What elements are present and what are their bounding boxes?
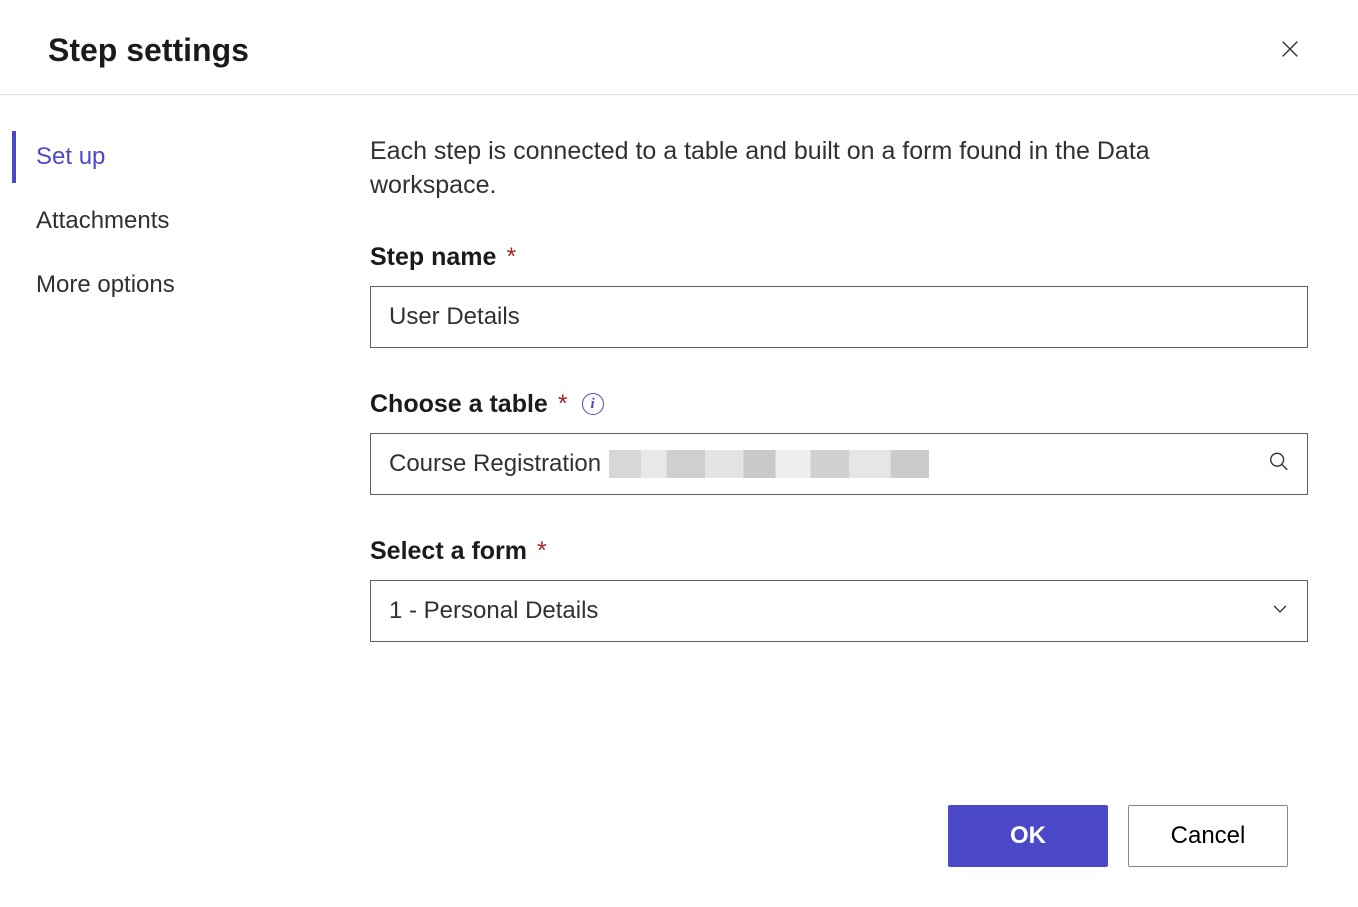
sidebar-item-attachments[interactable]: Attachments [12,195,360,247]
redacted-text [609,450,929,478]
choose-table-label: Choose a table * i [370,390,1308,419]
panel-description: Each step is connected to a table and bu… [370,135,1270,203]
field-choose-table: Choose a table * i Course Registration [370,390,1308,495]
select-form-value: 1 - Personal Details [389,597,598,625]
main-panel: Each step is connected to a table and bu… [360,95,1358,907]
select-form-dropdown[interactable]: 1 - Personal Details [370,580,1308,642]
sidebar-item-more-options[interactable]: More options [12,259,360,311]
ok-button[interactable]: OK [948,805,1108,867]
step-name-input[interactable] [370,286,1308,348]
required-marker: * [558,390,568,419]
info-icon[interactable]: i [582,393,604,415]
step-name-label: Step name * [370,243,1308,272]
field-select-form: Select a form * 1 - Personal Details [370,537,1308,642]
sidebar-item-label: Attachments [36,207,169,234]
cancel-button[interactable]: Cancel [1128,805,1288,867]
sidebar-item-setup[interactable]: Set up [12,131,360,183]
dialog-header: Step settings [0,0,1358,95]
required-marker: * [506,243,516,272]
choose-table-lookup[interactable]: Course Registration [370,433,1308,495]
field-step-name: Step name * [370,243,1308,348]
required-marker: * [537,537,547,566]
select-form-label: Select a form * [370,537,1308,566]
dialog-body: Set up Attachments More options Each ste… [0,95,1358,907]
dialog-title: Step settings [48,32,249,69]
step-settings-dialog: Step settings Set up Attachments More op… [0,0,1358,907]
close-button[interactable] [1270,30,1310,70]
choose-table-value: Course Registration [389,450,601,478]
close-icon [1279,38,1301,63]
dialog-footer: OK Cancel [948,805,1288,867]
sidebar-nav: Set up Attachments More options [0,95,360,907]
sidebar-item-label: Set up [36,143,105,170]
sidebar-item-label: More options [36,271,175,298]
